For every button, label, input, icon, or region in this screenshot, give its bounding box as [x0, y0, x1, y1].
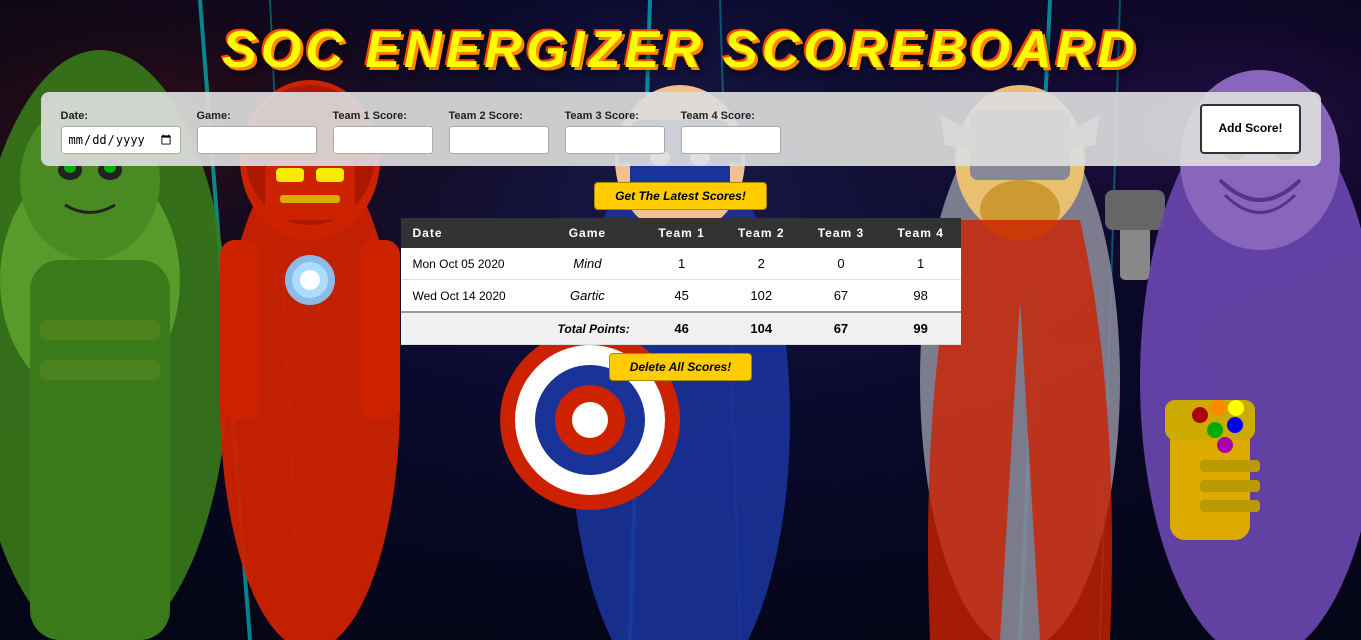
team4-score-label: Team 4 Score:: [681, 110, 781, 122]
page-title: SOC ENERGIZER SCOREBOARD: [222, 20, 1139, 80]
team2-score-input[interactable]: [449, 126, 549, 154]
totals-label: Total Points:: [533, 312, 642, 345]
team1-score-input[interactable]: [333, 126, 433, 154]
main-content: SOC ENERGIZER SCOREBOARD Date: Game: Tea…: [0, 0, 1361, 640]
table-header-row: Date Game Team 1 Team 2 Team 3 Team 4: [401, 218, 961, 248]
cell-game-1: Gartic: [533, 280, 642, 313]
date-group: Date:: [61, 110, 181, 154]
col-header-team3: Team 3: [801, 218, 881, 248]
cell-team4-0: 1: [881, 248, 961, 280]
cell-game-0: Mind: [533, 248, 642, 280]
date-input[interactable]: [61, 126, 181, 154]
cell-date-0: Mon Oct 05 2020: [401, 248, 533, 280]
totals-team4: 99: [881, 312, 961, 345]
cell-team1-1: 45: [642, 280, 722, 313]
get-scores-button[interactable]: Get the latest scores!: [594, 182, 767, 210]
game-group: Game:: [197, 110, 317, 154]
team3-score-input[interactable]: [565, 126, 665, 154]
col-header-game: Game: [533, 218, 642, 248]
totals-row: Total Points: 46 104 67 99: [401, 312, 961, 345]
col-header-team4: Team 4: [881, 218, 961, 248]
col-header-team2: Team 2: [721, 218, 801, 248]
cell-team3-0: 0: [801, 248, 881, 280]
totals-team3: 67: [801, 312, 881, 345]
team4-score-group: Team 4 Score:: [681, 110, 781, 154]
team3-score-label: Team 3 Score:: [565, 110, 665, 122]
add-score-button[interactable]: Add Score!: [1200, 104, 1300, 154]
delete-scores-button[interactable]: Delete all scores!: [609, 353, 753, 381]
game-label: Game:: [197, 110, 317, 122]
totals-empty-1: [401, 312, 533, 345]
totals-team1: 46: [642, 312, 722, 345]
scores-section: Get the latest scores! Date Game Team 1 …: [381, 182, 981, 381]
cell-team4-1: 98: [881, 280, 961, 313]
team2-score-label: Team 2 Score:: [449, 110, 549, 122]
col-header-team1: Team 1: [642, 218, 722, 248]
form-bar: Date: Game: Team 1 Score: Team 2 Score: …: [41, 92, 1321, 166]
cell-date-1: Wed Oct 14 2020: [401, 280, 533, 313]
col-header-date: Date: [401, 218, 533, 248]
table-row: Mon Oct 05 2020 Mind 1 2 0 1: [401, 248, 961, 280]
cell-team3-1: 67: [801, 280, 881, 313]
team2-score-group: Team 2 Score:: [449, 110, 549, 154]
table-row: Wed Oct 14 2020 Gartic 45 102 67 98: [401, 280, 961, 313]
scores-table: Date Game Team 1 Team 2 Team 3 Team 4 Mo…: [401, 218, 961, 345]
cell-team2-0: 2: [721, 248, 801, 280]
game-input[interactable]: [197, 126, 317, 154]
team3-score-group: Team 3 Score:: [565, 110, 665, 154]
team1-score-group: Team 1 Score:: [333, 110, 433, 154]
team1-score-label: Team 1 Score:: [333, 110, 433, 122]
cell-team1-0: 1: [642, 248, 722, 280]
totals-team2: 104: [721, 312, 801, 345]
cell-team2-1: 102: [721, 280, 801, 313]
team4-score-input[interactable]: [681, 126, 781, 154]
date-label: Date:: [61, 110, 181, 122]
